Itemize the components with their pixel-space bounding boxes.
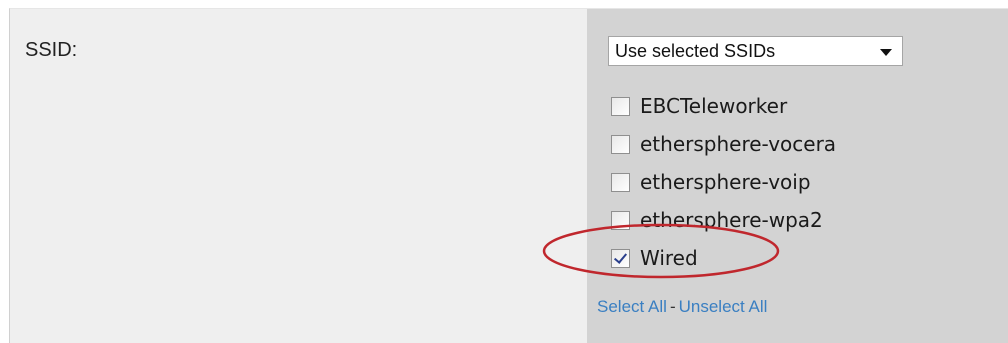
ssid-checkbox-ethersphere-wpa2[interactable]: [611, 210, 630, 230]
dropdown-arrow-icon[interactable]: [880, 49, 892, 56]
unselect-all-link[interactable]: Unselect All: [679, 297, 768, 316]
ssid-label: ethersphere-voip: [640, 170, 811, 194]
select-all-link[interactable]: Select All: [597, 297, 667, 316]
label-cell: SSID:: [10, 9, 587, 343]
ssid-mode-selected-value: Use selected SSIDs: [615, 41, 776, 61]
ssid-checkbox-ethersphere-voip[interactable]: [611, 172, 630, 192]
ssid-label: ethersphere-wpa2: [640, 208, 823, 232]
ssid-item-wired[interactable]: Wired: [611, 239, 836, 277]
ssid-label: ethersphere-vocera: [640, 132, 837, 156]
ssid-checkbox-ebcteleworker[interactable]: [611, 96, 630, 116]
value-cell: Use selected SSIDs EBCTeleworker ethersp…: [587, 9, 1008, 343]
ssid-label: EBCTeleworker: [640, 94, 788, 118]
selection-links: Select All - Unselect All: [597, 297, 767, 317]
ssid-label: Wired: [640, 246, 698, 270]
link-separator: -: [669, 297, 676, 316]
ssid-form-row: SSID: Use selected SSIDs EBCTeleworker e…: [9, 8, 1008, 343]
ssid-checkbox-ethersphere-vocera[interactable]: [611, 134, 630, 154]
ssid-field-label: SSID:: [25, 39, 78, 61]
ssid-item-ethersphere-wpa2[interactable]: ethersphere-wpa2: [611, 201, 836, 239]
ssid-mode-select[interactable]: Use selected SSIDs: [608, 36, 903, 66]
ssid-item-ethersphere-voip[interactable]: ethersphere-voip: [611, 163, 836, 201]
ssid-checkbox-list: EBCTeleworker ethersphere-vocera ethersp…: [611, 87, 836, 277]
ssid-item-ethersphere-vocera[interactable]: ethersphere-vocera: [611, 125, 836, 163]
ssid-item-ebcteleworker[interactable]: EBCTeleworker: [611, 87, 836, 125]
ssid-checkbox-wired[interactable]: [611, 248, 630, 268]
